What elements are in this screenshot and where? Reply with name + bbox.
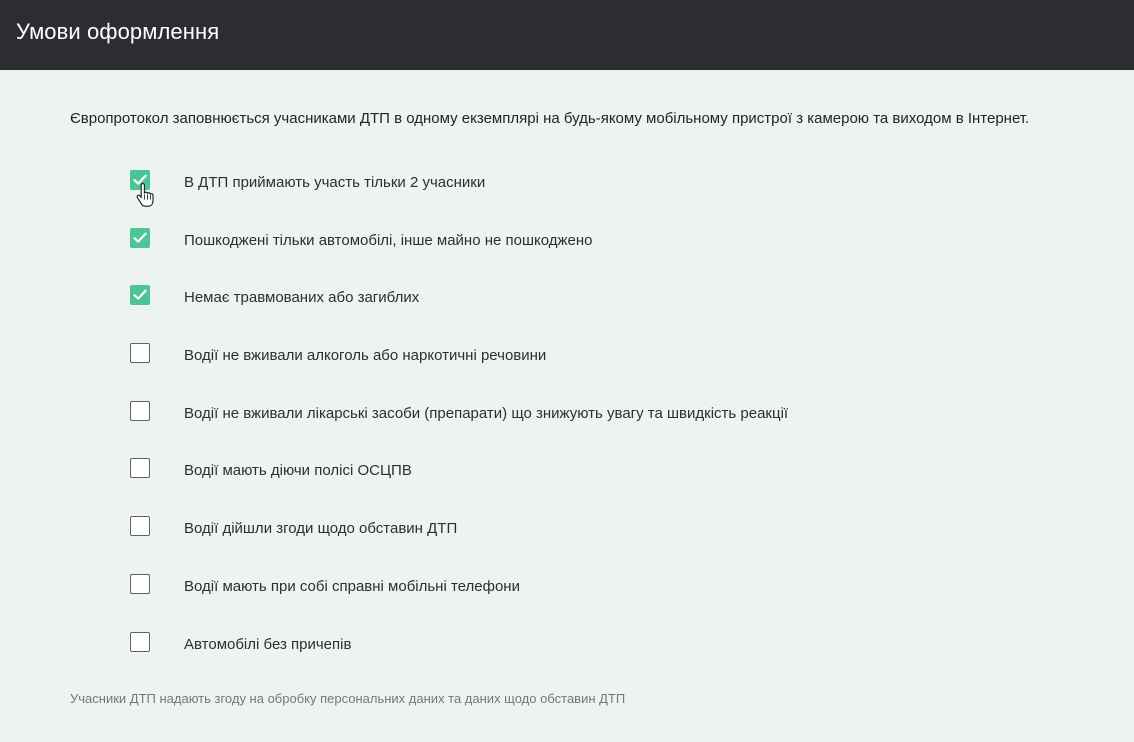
condition-item[interactable]: Немає травмованих або загиблих — [130, 285, 788, 343]
condition-label: Немає травмованих або загиблих — [184, 289, 420, 307]
hand-pointer-icon — [136, 183, 154, 207]
condition-label: Пошкоджені тільки автомобілі, інше майно… — [184, 231, 593, 249]
condition-item[interactable]: Автомобілі без причепів — [130, 631, 788, 690]
condition-checkbox[interactable] — [130, 400, 150, 421]
condition-item[interactable]: Пошкоджені тільки автомобілі, інше майно… — [130, 227, 788, 286]
conditions-list: В ДТП приймають участь тільки 2 учасники… — [130, 170, 788, 689]
condition-checkbox[interactable] — [130, 516, 150, 537]
condition-label: Водії не вживали алкоголь або наркотичні… — [184, 347, 547, 365]
condition-label: Водії мають діючи полісі ОСЦПВ — [184, 462, 412, 480]
condition-checkbox[interactable] — [130, 458, 150, 479]
intro-text: Європротокол заповнюється учасниками ДТП… — [70, 110, 1030, 127]
condition-label: Водії не вживали лікарські засоби (препа… — [184, 404, 789, 422]
checkmark-icon — [133, 290, 147, 301]
condition-item[interactable]: Водії не вживали алкоголь або наркотичні… — [130, 343, 788, 401]
page-title: Умови оформлення — [16, 19, 220, 44]
condition-label: В ДТП приймають участь тільки 2 учасники — [184, 174, 486, 191]
header-bar: Умови оформлення — [0, 0, 1134, 70]
condition-checkbox[interactable] — [130, 631, 150, 652]
condition-checkbox[interactable] — [130, 285, 150, 306]
condition-label: Водії дійшли згоди щодо обставин ДТП — [184, 520, 458, 538]
condition-checkbox[interactable] — [130, 227, 150, 248]
condition-item[interactable]: Водії мають при собі справні мобільні те… — [130, 573, 788, 632]
condition-checkbox[interactable] — [130, 343, 150, 364]
condition-label: Автомобілі без причепів — [184, 635, 352, 653]
condition-item[interactable]: Водії мають діючи полісі ОСЦПВ — [130, 458, 788, 516]
condition-item[interactable]: В ДТП приймають участь тільки 2 учасники — [130, 170, 788, 228]
condition-checkbox[interactable] — [130, 573, 150, 594]
condition-item[interactable]: Водії не вживали лікарські засоби (препа… — [130, 400, 789, 459]
consent-footnote: Учасники ДТП надають згоду на обробку пе… — [70, 691, 626, 706]
condition-label: Водії мають при собі справні мобільні те… — [184, 577, 520, 595]
condition-item[interactable]: Водії дійшли згоди щодо обставин ДТП — [130, 516, 788, 574]
checkmark-icon — [133, 232, 147, 243]
